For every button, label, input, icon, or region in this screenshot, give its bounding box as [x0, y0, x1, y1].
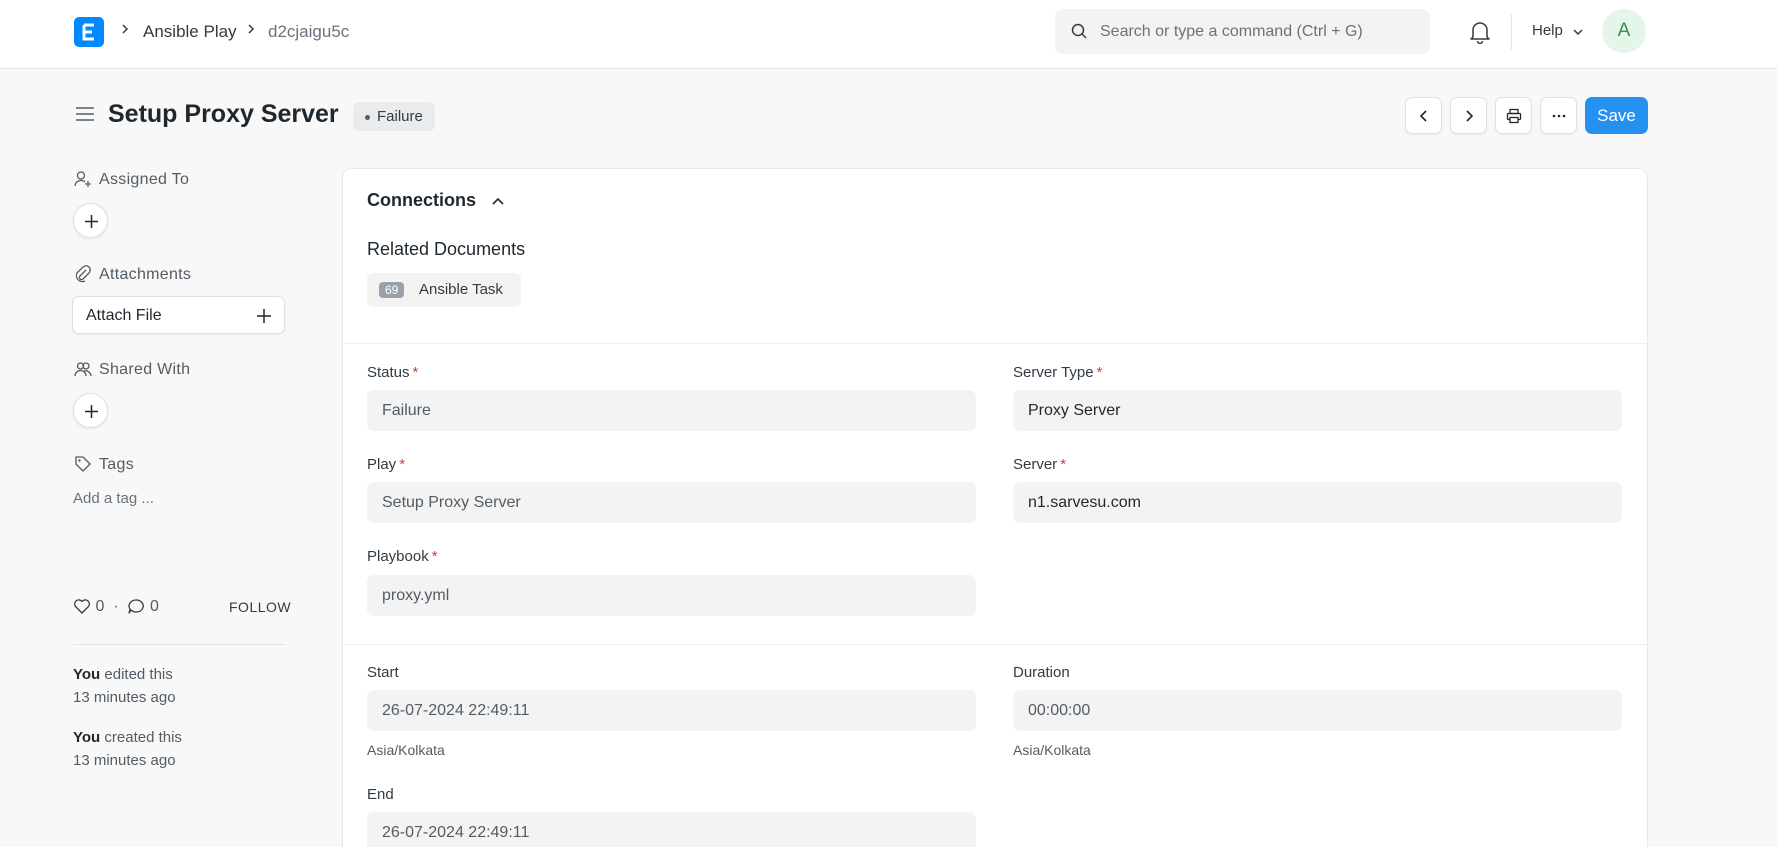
user-avatar[interactable]: A	[1602, 9, 1646, 53]
status-label: Status *	[367, 364, 419, 381]
more-actions-button[interactable]	[1540, 97, 1577, 134]
like-count: 0	[95, 598, 105, 615]
assigned-to-label: Assigned To	[99, 171, 190, 188]
playbook-field[interactable]: proxy.yml	[367, 575, 976, 616]
shared-with-label: Shared With	[99, 361, 191, 378]
ellipsis-icon	[1552, 114, 1566, 118]
chevron-right-icon	[248, 24, 255, 34]
attachments-label: Attachments	[99, 266, 192, 283]
end-label: End	[367, 786, 394, 803]
activity-action: edited this	[104, 666, 173, 683]
start-field[interactable]: 26-07-2024 22:49:11	[367, 690, 976, 731]
navbar: Ansible Play d2cjaigu5c Help A	[0, 0, 1777, 69]
print-button[interactable]	[1495, 97, 1532, 134]
activity-item: You edited this 13 minutes ago	[73, 663, 176, 709]
duration-field[interactable]: 00:00:00	[1013, 690, 1622, 731]
activity-item: You created this 13 minutes ago	[73, 726, 182, 772]
chevron-up-icon[interactable]	[490, 193, 506, 209]
start-timezone: Asia/Kolkata	[367, 742, 445, 758]
navbar-divider	[1511, 14, 1512, 50]
search-icon	[1071, 23, 1087, 39]
notification-bell-icon[interactable]	[1469, 20, 1491, 44]
related-doc-link[interactable]: 69 Ansible Task	[367, 273, 521, 307]
sidebar-toggle-icon[interactable]	[75, 106, 95, 122]
status-badge: Failure	[353, 102, 435, 131]
server-type-label: Server Type *	[1013, 364, 1103, 381]
add-tag-link[interactable]: Add a tag ...	[73, 490, 154, 507]
activity-time: 13 minutes ago	[73, 752, 176, 769]
chevron-right-icon	[122, 24, 129, 34]
status-dot	[365, 115, 370, 120]
breadcrumb-doctype[interactable]: Ansible Play	[143, 22, 237, 42]
server-field[interactable]: n1.sarvesu.com	[1013, 482, 1622, 523]
activity-actor: You	[73, 666, 101, 683]
section-divider	[343, 644, 1647, 645]
comment-count: 0	[149, 598, 159, 615]
server-type-field[interactable]: Proxy Server	[1013, 390, 1622, 431]
playbook-label: Playbook *	[367, 548, 438, 565]
sidebar-divider	[73, 644, 285, 645]
paperclip-icon	[75, 265, 91, 283]
add-assignee-button[interactable]	[73, 203, 108, 238]
chevron-left-icon	[1419, 110, 1427, 122]
plus-icon	[85, 215, 98, 228]
related-doc-count: 69	[379, 282, 405, 298]
related-doc-name: Ansible Task	[419, 281, 503, 298]
section-divider	[343, 343, 1647, 344]
help-dropdown[interactable]: Help	[1532, 22, 1583, 39]
logo-icon	[82, 23, 94, 41]
previous-doc-button[interactable]	[1405, 97, 1442, 134]
next-doc-button[interactable]	[1450, 97, 1487, 134]
related-documents-heading: Related Documents	[367, 239, 526, 259]
page-title: Setup Proxy Server	[108, 100, 339, 128]
users-icon	[74, 362, 92, 377]
duration-label: Duration	[1013, 664, 1070, 681]
tags-label: Tags	[99, 456, 134, 473]
plus-icon	[85, 405, 98, 418]
duration-timezone: Asia/Kolkata	[1013, 742, 1091, 758]
printer-icon	[1506, 108, 1522, 124]
follow-button[interactable]: FOLLOW	[229, 599, 291, 615]
save-button[interactable]: Save	[1585, 97, 1648, 134]
tag-icon	[75, 456, 91, 472]
attach-file-label: Attach File	[86, 307, 162, 324]
chevron-down-icon	[1573, 29, 1583, 36]
start-label: Start	[367, 664, 399, 681]
add-share-button[interactable]	[73, 393, 108, 428]
activity-time: 13 minutes ago	[73, 689, 176, 706]
comment-icon[interactable]	[127, 598, 145, 614]
end-field[interactable]: 26-07-2024 22:49:11	[367, 812, 976, 847]
search-bar[interactable]	[1055, 9, 1430, 54]
engagement-counts: 0 · 0	[73, 598, 159, 616]
connections-section-title[interactable]: Connections	[367, 190, 476, 211]
server-label: Server *	[1013, 456, 1067, 473]
plus-icon	[257, 309, 271, 323]
status-field[interactable]: Failure	[367, 390, 976, 431]
chevron-right-icon	[1466, 110, 1474, 122]
breadcrumb-docname[interactable]: d2cjaigu5c	[268, 22, 349, 42]
activity-actor: You	[73, 729, 101, 746]
heart-icon[interactable]	[73, 598, 91, 614]
search-input[interactable]	[1100, 9, 1420, 54]
activity-action: created this	[104, 729, 182, 746]
user-plus-icon	[74, 171, 91, 187]
separator-dot: ·	[108, 598, 124, 615]
attach-file-button[interactable]: Attach File	[72, 296, 285, 334]
status-badge-label: Failure	[377, 108, 423, 125]
app-logo[interactable]	[74, 17, 104, 47]
play-field[interactable]: Setup Proxy Server	[367, 482, 976, 523]
help-label: Help	[1532, 22, 1563, 39]
play-label: Play *	[367, 456, 406, 473]
